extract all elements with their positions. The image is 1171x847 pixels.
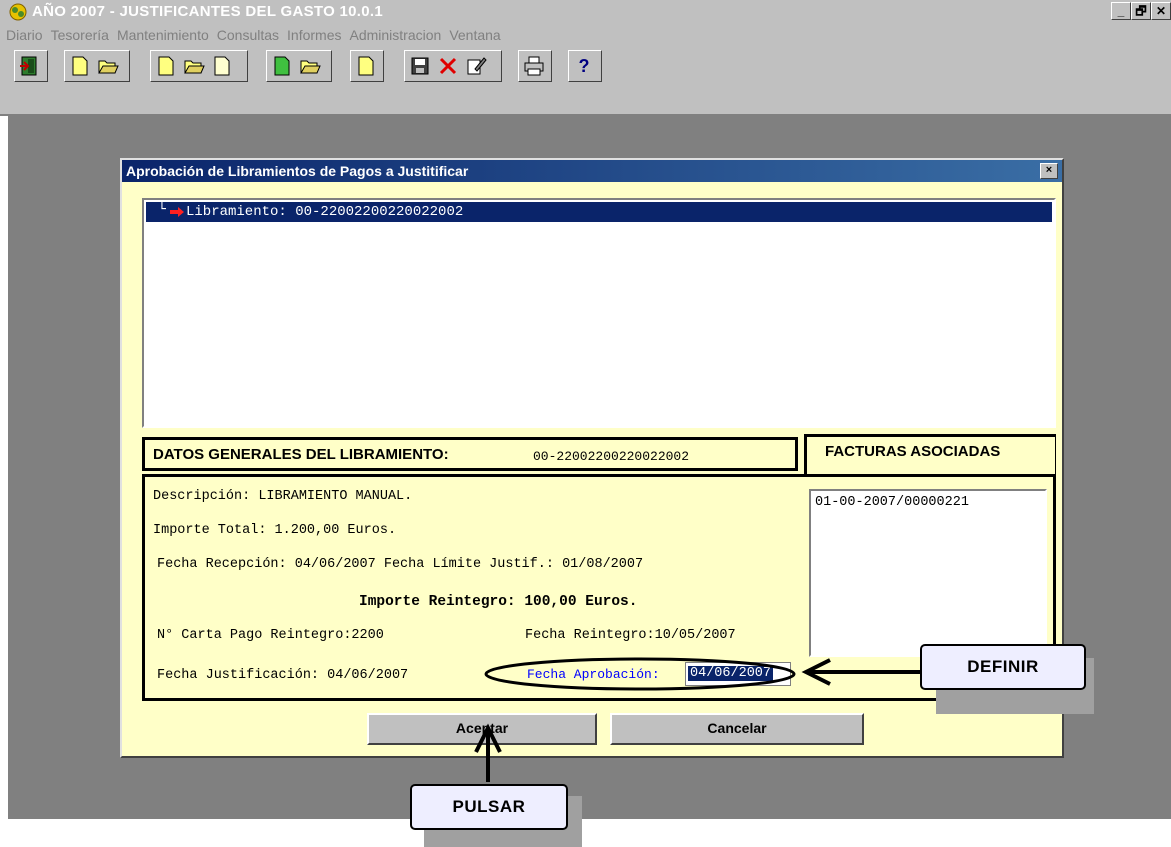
facturas-header: FACTURAS ASOCIADAS: [804, 434, 1056, 474]
open-icon: [184, 60, 205, 74]
toolbar-group-5: [404, 50, 502, 82]
edit-button[interactable]: [463, 53, 489, 79]
open-button[interactable]: [95, 53, 121, 79]
new-green-icon: [274, 56, 290, 76]
datos-generales-label: DATOS GENERALES DEL LIBRAMIENTO:: [153, 446, 449, 463]
exit-icon: [20, 56, 37, 76]
delete-icon: [439, 57, 457, 75]
menu-consultas[interactable]: Consultas: [217, 27, 279, 43]
open-button-3[interactable]: [297, 53, 323, 79]
print-button[interactable]: [521, 53, 547, 79]
app-icon: [9, 3, 27, 21]
definir-callout: DEFINIR: [920, 644, 1086, 690]
edit-icon: [467, 57, 487, 75]
toolbar-group-7: ?: [568, 50, 602, 82]
save-button[interactable]: [407, 53, 433, 79]
minimize-button[interactable]: _: [1111, 2, 1131, 20]
dialog-title-bar: Aprobación de Libramientos de Pagos a Ju…: [122, 160, 1062, 182]
new-icon: [72, 56, 88, 76]
toolbar-group-1: [64, 50, 130, 82]
cancelar-button[interactable]: Cancelar: [610, 713, 864, 745]
pulsar-callout: PULSAR: [410, 784, 568, 830]
fecha-reintegro-text: Fecha Reintegro:10/05/2007: [525, 628, 736, 643]
fecha-justificacion-text: Fecha Justificación: 04/06/2007: [157, 668, 409, 683]
restore-button[interactable]: 🗗: [1131, 2, 1151, 20]
aceptar-button[interactable]: Aceptar: [367, 713, 597, 745]
toolbar-group-6: [518, 50, 552, 82]
menu-ventana[interactable]: Ventana: [449, 27, 500, 43]
new-button-4[interactable]: [353, 53, 379, 79]
menu-tesoreria[interactable]: Tesorería: [51, 27, 109, 43]
save-icon: [411, 57, 429, 75]
dialog-title: Aprobación de Libramientos de Pagos a Ju…: [126, 163, 469, 179]
datos-generales-value: 00-22002200220022002: [533, 449, 690, 464]
fechas-text: Fecha Recepción: 04/06/2007 Fecha Límite…: [157, 557, 644, 572]
menu-informes[interactable]: Informes: [287, 27, 341, 43]
new-button-2[interactable]: [153, 53, 179, 79]
datos-generales-header: DATOS GENERALES DEL LIBRAMIENTO: 00-2200…: [142, 437, 798, 471]
delete-button[interactable]: [435, 53, 461, 79]
title-bar: AÑO 2007 - JUSTIFICANTES DEL GASTO 10.0.…: [0, 0, 1171, 24]
new-icon: [158, 56, 174, 76]
fecha-aprobacion-input[interactable]: 04/06/2007: [685, 662, 791, 686]
tree-connector: └: [158, 202, 166, 217]
new-button-3[interactable]: [209, 53, 235, 79]
menu-bar: Diario Tesorería Mantenimiento Consultas…: [0, 24, 1171, 46]
dialog-close-button[interactable]: ×: [1040, 163, 1058, 179]
close-window-button[interactable]: ✕: [1151, 2, 1171, 20]
red-arrow-icon: [170, 207, 184, 217]
importe-reintegro-text: Importe Reintegro: 100,00 Euros.: [359, 594, 638, 610]
menu-administracion[interactable]: Administracion: [350, 27, 442, 43]
menu-mantenimiento[interactable]: Mantenimiento: [117, 27, 209, 43]
new-green-button[interactable]: [269, 53, 295, 79]
toolbar-group-2: [150, 50, 248, 82]
toolbar-group-exit: [14, 50, 48, 82]
toolbar: ?: [0, 46, 1171, 116]
menu-diario[interactable]: Diario: [6, 27, 43, 43]
toolbar-group-3: [266, 50, 332, 82]
carta-pago-text: N° Carta Pago Reintegro:2200: [157, 628, 384, 643]
libramientos-tree[interactable]: └ Libramiento: 00-22002200220022002: [142, 198, 1056, 428]
facturas-label: FACTURAS ASOCIADAS: [825, 443, 1001, 460]
facturas-list[interactable]: 01-00-2007/00000221: [809, 489, 1047, 657]
new-icon: [214, 56, 230, 76]
libramiento-details: Descripción: LIBRAMIENTO MANUAL. Importe…: [142, 474, 1056, 701]
tree-item-libramiento[interactable]: └ Libramiento: 00-22002200220022002: [146, 202, 1052, 222]
fecha-aprobacion-value: 04/06/2007: [688, 666, 774, 681]
help-icon: ?: [578, 55, 590, 76]
fecha-aprobacion-label: Fecha Aprobación:: [527, 667, 660, 682]
exit-button[interactable]: [17, 53, 43, 79]
importe-total-text: Importe Total: 1.200,00 Euros.: [153, 523, 397, 538]
window-title: AÑO 2007 - JUSTIFICANTES DEL GASTO 10.0.…: [32, 3, 384, 20]
help-button[interactable]: ?: [571, 53, 597, 79]
print-icon: [524, 56, 544, 76]
tree-item-label: Libramiento: 00-22002200220022002: [186, 204, 464, 220]
toolbar-group-4: [350, 50, 384, 82]
open-button-2[interactable]: [181, 53, 207, 79]
open-icon: [300, 60, 321, 74]
open-icon: [98, 60, 119, 74]
new-button[interactable]: [67, 53, 93, 79]
descripcion-text: Descripción: LIBRAMIENTO MANUAL.: [153, 489, 413, 504]
factura-item[interactable]: 01-00-2007/00000221: [815, 495, 969, 510]
new-icon: [358, 56, 374, 76]
